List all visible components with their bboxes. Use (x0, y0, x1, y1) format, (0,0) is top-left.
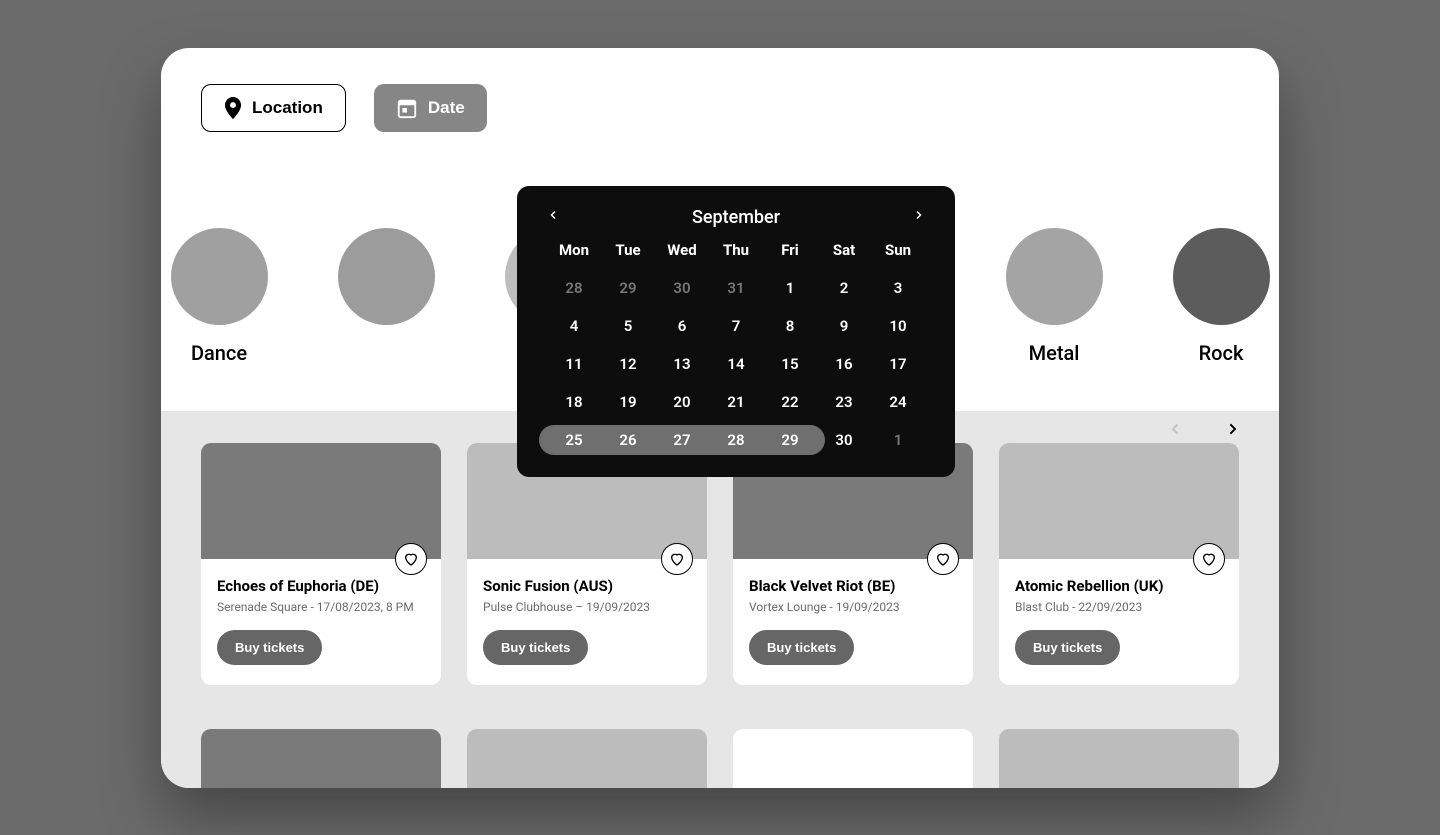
calendar-day[interactable]: 29 (763, 431, 817, 449)
calendar-day[interactable]: 18 (547, 393, 601, 411)
date-filter-label: Date (428, 98, 465, 118)
event-subtitle: Vortex Lounge - 19/09/2023 (749, 600, 957, 614)
calendar-day[interactable]: 17 (871, 355, 925, 373)
calendar-day[interactable]: 27 (655, 431, 709, 449)
calendar-icon (396, 97, 418, 119)
event-subtitle: Serenade Square - 17/08/2023, 8 PM (217, 600, 425, 614)
event-card-placeholder (999, 729, 1239, 788)
calendar-dow: Tue (601, 241, 655, 259)
calendar-day[interactable]: 28 (709, 431, 763, 449)
event-card-image (467, 729, 707, 788)
event-card-body: Atomic Rebellion (UK) Blast Club - 22/09… (999, 559, 1239, 685)
buy-tickets-button[interactable]: Buy tickets (749, 630, 854, 665)
calendar-day[interactable]: 22 (763, 393, 817, 411)
event-card-body: Echoes of Euphoria (DE) Serenade Square … (201, 559, 441, 685)
event-card-placeholder (467, 729, 707, 788)
calendar-day[interactable]: 1 (763, 279, 817, 297)
scroll-next-icon[interactable] (1225, 418, 1241, 443)
event-card-row-placeholder (201, 729, 1239, 788)
calendar-day[interactable]: 20 (655, 393, 709, 411)
calendar-day[interactable]: 21 (709, 393, 763, 411)
calendar-day: 28 (547, 279, 601, 297)
buy-tickets-button[interactable]: Buy tickets (1015, 630, 1120, 665)
event-card-image (733, 729, 973, 788)
event-subtitle: Blast Club - 22/09/2023 (1015, 600, 1223, 614)
calendar-dow: Wed (655, 241, 709, 259)
calendar-day[interactable]: 13 (655, 355, 709, 373)
calendar-day[interactable]: 23 (817, 393, 871, 411)
calendar-day[interactable]: 15 (763, 355, 817, 373)
genre-label: Dance (191, 341, 247, 365)
calendar-day[interactable]: 4 (547, 317, 601, 335)
event-card-body: Sonic Fusion (AUS) Pulse Clubhouse – 19/… (467, 559, 707, 685)
event-card-placeholder (733, 729, 973, 788)
calendar-day[interactable]: 9 (817, 317, 871, 335)
favorite-button[interactable] (927, 543, 959, 575)
favorite-button[interactable] (395, 543, 427, 575)
event-card-body: Black Velvet Riot (BE) Vortex Lounge - 1… (733, 559, 973, 685)
month-next-button[interactable] (913, 206, 925, 229)
calendar-day[interactable]: 30 (817, 431, 871, 449)
event-card-image (201, 729, 441, 788)
month-title: September (692, 207, 780, 228)
month-prev-button[interactable] (547, 206, 559, 229)
buy-tickets-button[interactable]: Buy tickets (217, 630, 322, 665)
date-filter-button[interactable]: Date (374, 84, 487, 132)
calendar-dow: Mon (547, 241, 601, 259)
event-subtitle: Pulse Clubhouse – 19/09/2023 (483, 600, 691, 614)
genre-label: Rock (1199, 341, 1244, 365)
location-pin-icon (224, 97, 242, 119)
event-card[interactable]: Sonic Fusion (AUS) Pulse Clubhouse – 19/… (467, 443, 707, 685)
event-card-row: Echoes of Euphoria (DE) Serenade Square … (201, 443, 1239, 685)
calendar-day: 1 (871, 431, 925, 449)
calendar-dow: Thu (709, 241, 763, 259)
event-title: Echoes of Euphoria (DE) (217, 577, 425, 595)
event-card-placeholder (201, 729, 441, 788)
calendar-day[interactable]: 11 (547, 355, 601, 373)
favorite-button[interactable] (661, 543, 693, 575)
calendar-day: 31 (709, 279, 763, 297)
calendar-dow: Sun (871, 241, 925, 259)
scroll-prev-icon[interactable] (1167, 418, 1183, 443)
genre-scroll-nav (1167, 418, 1241, 443)
event-card-image (999, 729, 1239, 788)
calendar-dow: Fri (763, 241, 817, 259)
date-picker-popover: September MonTueWedThuFriSatSun282930311… (517, 186, 955, 477)
buy-tickets-button[interactable]: Buy tickets (483, 630, 588, 665)
event-card[interactable]: Black Velvet Riot (BE) Vortex Lounge - 1… (733, 443, 973, 685)
calendar-day[interactable]: 6 (655, 317, 709, 335)
calendar-day[interactable]: 25 (547, 431, 601, 449)
favorite-button[interactable] (1193, 543, 1225, 575)
calendar-day[interactable]: 12 (601, 355, 655, 373)
calendar-day[interactable]: 26 (601, 431, 655, 449)
calendar-day[interactable]: 5 (601, 317, 655, 335)
genre-label: Metal (1029, 341, 1080, 365)
location-filter-label: Location (252, 98, 323, 118)
calendar-day[interactable]: 19 (601, 393, 655, 411)
calendar-day[interactable]: 2 (817, 279, 871, 297)
event-card[interactable]: Echoes of Euphoria (DE) Serenade Square … (201, 443, 441, 685)
event-card-image (201, 443, 441, 559)
event-card[interactable]: Atomic Rebellion (UK) Blast Club - 22/09… (999, 443, 1239, 685)
location-filter-button[interactable]: Location (201, 84, 346, 132)
event-title: Atomic Rebellion (UK) (1015, 577, 1223, 595)
app-board: Location Date Genress Dance K-Pop Metal … (161, 48, 1279, 788)
calendar-day[interactable]: 24 (871, 393, 925, 411)
event-title: Black Velvet Riot (BE) (749, 577, 957, 595)
calendar-day: 30 (655, 279, 709, 297)
calendar-grid: MonTueWedThuFriSatSun2829303112345678910… (547, 241, 925, 449)
calendar-day[interactable]: 16 (817, 355, 871, 373)
event-title: Sonic Fusion (AUS) (483, 577, 691, 595)
calendar-day[interactable]: 14 (709, 355, 763, 373)
calendar-day[interactable]: 8 (763, 317, 817, 335)
calendar-day[interactable]: 3 (871, 279, 925, 297)
calendar-day: 29 (601, 279, 655, 297)
calendar-day[interactable]: 10 (871, 317, 925, 335)
calendar-dow: Sat (817, 241, 871, 259)
event-card-image (999, 443, 1239, 559)
filter-bar: Location Date (161, 48, 1279, 132)
calendar-day[interactable]: 7 (709, 317, 763, 335)
